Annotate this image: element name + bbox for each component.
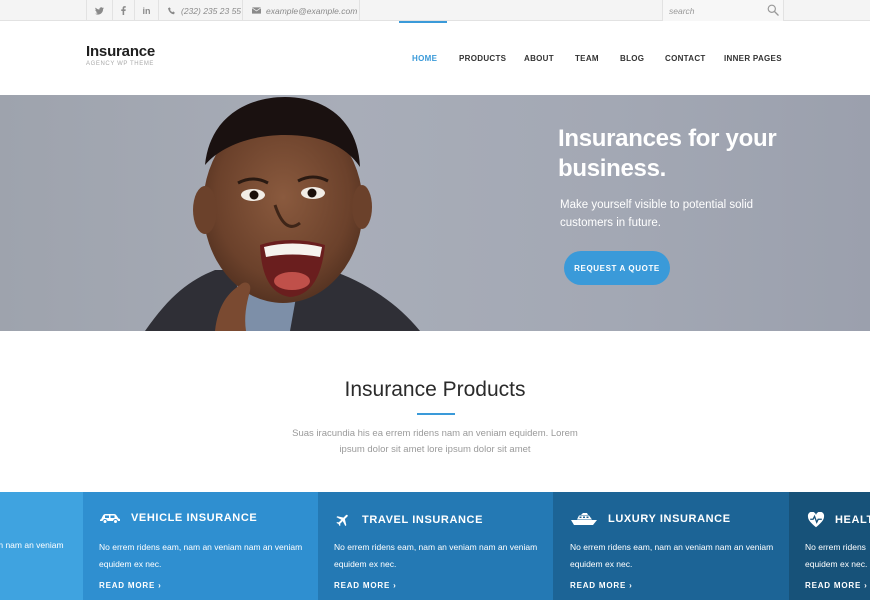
request-quote-button[interactable]: REQUEST A QUOTE bbox=[564, 251, 670, 285]
card-text: No errem ridens eam, nam an veniam nam a… bbox=[99, 542, 303, 569]
card-header: HEALT bbox=[807, 512, 870, 528]
nav-about[interactable]: ABOUT bbox=[524, 54, 554, 63]
nav-inner-pages[interactable]: INNER PAGES bbox=[724, 54, 782, 63]
nav-products[interactable]: PRODUCTS bbox=[459, 54, 506, 63]
card-title: TRAVEL INSURANCE bbox=[362, 514, 484, 526]
card-text: m nam an veniam bbox=[0, 540, 64, 550]
search-input[interactable] bbox=[669, 3, 761, 18]
card-text: No errem ridens eam, nam an veniam nam a… bbox=[334, 542, 538, 569]
product-card-luxury[interactable]: LUXURY INSURANCE No errem ridens eam, na… bbox=[553, 492, 789, 600]
envelope-icon bbox=[252, 7, 261, 14]
chevron-right-icon: › bbox=[629, 581, 633, 590]
card-header: LUXURY INSURANCE bbox=[570, 512, 731, 526]
read-more-label: READ MORE bbox=[805, 581, 862, 590]
card-title: LUXURY INSURANCE bbox=[608, 513, 731, 525]
linkedin-icon: in bbox=[142, 5, 151, 16]
phone-icon bbox=[168, 6, 175, 14]
facebook-link[interactable] bbox=[112, 0, 134, 21]
linkedin-link[interactable]: in bbox=[134, 0, 158, 21]
section-description: Suas iracundia his ea errem ridens nam a… bbox=[292, 428, 578, 455]
search-box bbox=[662, 0, 784, 21]
product-card-health[interactable]: HEALT No errem ridens equidem ex nec. RE… bbox=[789, 492, 870, 600]
nav-home[interactable]: HOME bbox=[412, 54, 437, 63]
active-nav-indicator bbox=[399, 21, 447, 23]
product-card-travel[interactable]: TRAVEL INSURANCE No errem ridens eam, na… bbox=[318, 492, 553, 600]
facebook-icon bbox=[121, 6, 126, 15]
chevron-right-icon: › bbox=[393, 581, 397, 590]
read-more-link[interactable]: READ MORE › bbox=[99, 581, 162, 590]
twitter-link[interactable] bbox=[86, 0, 112, 21]
heart-pulse-icon bbox=[807, 512, 825, 528]
card-header: TRAVEL INSURANCE bbox=[334, 512, 483, 528]
card-text: No errem ridens eam, nam an veniam nam a… bbox=[570, 542, 774, 569]
product-card-vehicle[interactable]: VEHICLE INSURANCE No errem ridens eam, n… bbox=[83, 492, 318, 600]
email-address: example@example.com bbox=[266, 5, 358, 16]
top-bar: in (232) 235 23 55 example@example.com bbox=[0, 0, 870, 21]
yacht-icon bbox=[571, 513, 597, 525]
read-more-label: READ MORE bbox=[334, 581, 391, 590]
chevron-right-icon: › bbox=[158, 581, 162, 590]
hero-subtitle: Make yourself visible to potential solid… bbox=[560, 199, 754, 229]
twitter-icon bbox=[95, 6, 104, 15]
logo-subtitle: AGENCY WP THEME bbox=[86, 61, 155, 67]
product-card-partial-left[interactable]: m nam an veniam bbox=[0, 492, 83, 600]
card-header: VEHICLE INSURANCE bbox=[99, 512, 257, 524]
read-more-link[interactable]: READ MORE › bbox=[334, 581, 397, 590]
card-text: No errem ridens equidem ex nec. bbox=[805, 542, 868, 569]
site-header: Insurance AGENCY WP THEME HOME PRODUCTS … bbox=[0, 21, 870, 95]
product-cards: m nam an veniam VEHICLE INSURANCE No err… bbox=[0, 492, 870, 600]
read-more-link[interactable]: READ MORE › bbox=[570, 581, 633, 590]
read-more-label: READ MORE bbox=[570, 581, 627, 590]
read-more-link[interactable]: READ MORE › bbox=[805, 581, 868, 590]
airplane-icon bbox=[336, 514, 348, 527]
nav-contact[interactable]: CONTACT bbox=[665, 54, 706, 63]
hero-banner: Insurances for your business. Make yours… bbox=[0, 95, 870, 331]
read-more-label: READ MORE bbox=[99, 581, 156, 590]
phone-info: (232) 235 23 55 bbox=[158, 0, 242, 21]
email-info[interactable]: example@example.com bbox=[242, 0, 360, 21]
car-icon bbox=[100, 514, 120, 524]
card-title: VEHICLE INSURANCE bbox=[131, 512, 258, 524]
section-title: Insurance Products bbox=[344, 378, 526, 401]
section-divider bbox=[417, 413, 455, 415]
chevron-right-icon: › bbox=[864, 581, 868, 590]
logo-title[interactable]: Insurance bbox=[86, 43, 155, 60]
hero-title: Insurances for your business. bbox=[558, 125, 777, 182]
card-title: HEALT bbox=[835, 514, 870, 526]
search-icon[interactable] bbox=[767, 4, 779, 16]
nav-blog[interactable]: BLOG bbox=[620, 54, 644, 63]
phone-number: (232) 235 23 55 bbox=[181, 5, 242, 16]
nav-team[interactable]: TEAM bbox=[575, 54, 599, 63]
